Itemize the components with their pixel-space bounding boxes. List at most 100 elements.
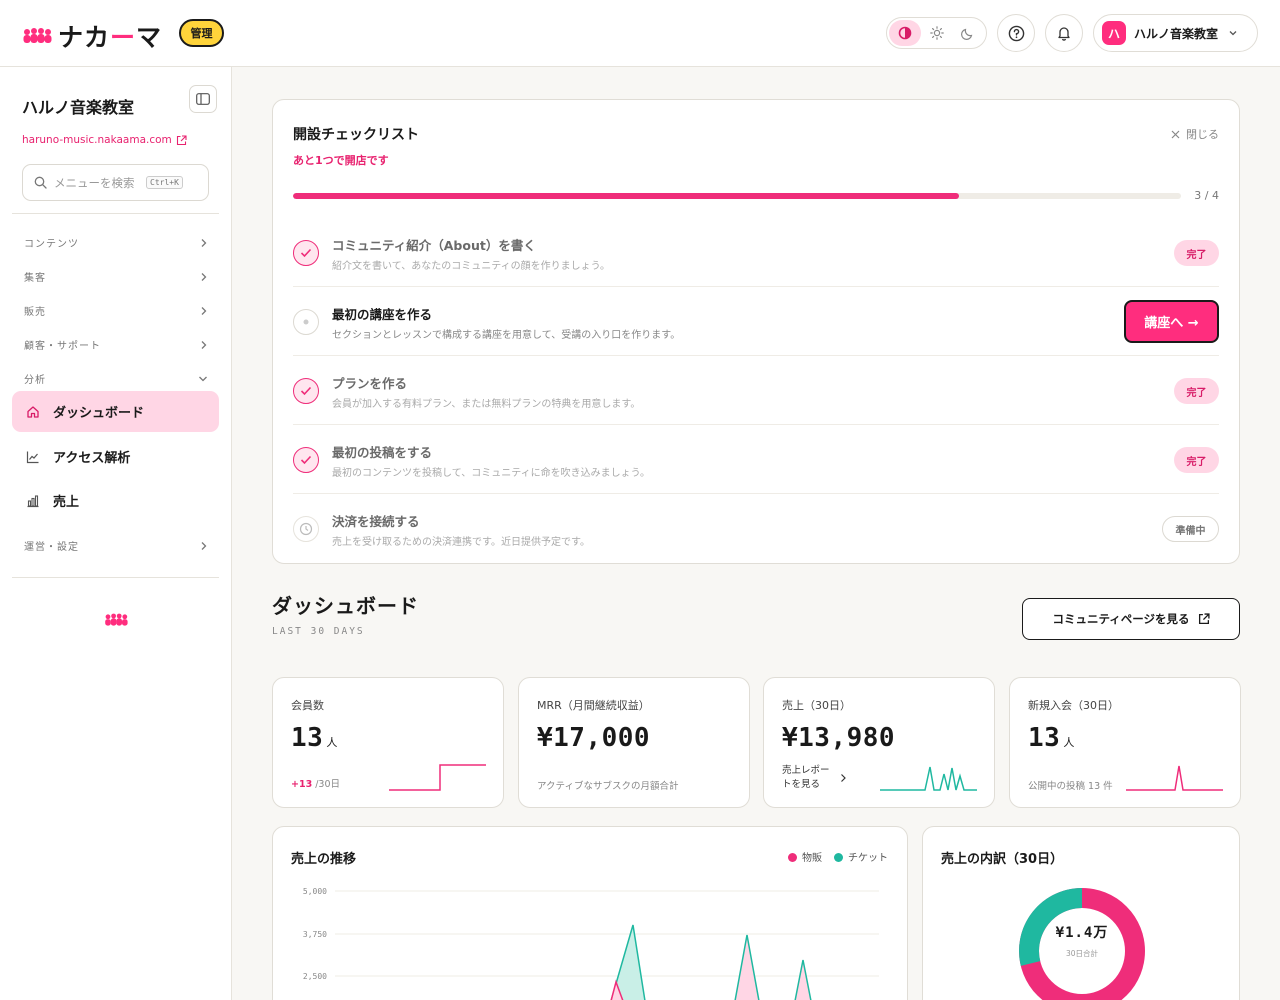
view-community-button[interactable]: コミュニティページを見る (1022, 598, 1240, 640)
members-sparkline (389, 764, 486, 791)
bell-icon (1058, 27, 1070, 41)
home-icon (27, 405, 39, 418)
nav-group-analytics[interactable]: 分析 (24, 371, 208, 386)
menu-search-input[interactable]: メニューを検索 Ctrl+K (22, 164, 209, 201)
theme-auto-option[interactable] (889, 20, 921, 46)
new-members-sparkline (1126, 765, 1223, 791)
task-title: 最初の講座を作る (332, 307, 433, 322)
checklist-task: プランを作る 会員が加入する有料プラン、または無料プランの特典を用意します。 完… (293, 356, 1219, 425)
kpi-card-members: 会員数 13 人 +13 /30日 (272, 677, 504, 808)
sales-trend-chart (335, 890, 879, 1000)
notifications-button[interactable] (1045, 14, 1083, 52)
checklist-subtitle: あと1つで開店です (293, 154, 389, 167)
check-icon (293, 378, 319, 404)
sidebar-divider (12, 213, 219, 214)
contrast-icon (898, 26, 912, 40)
page-title: ダッシュボード (272, 594, 419, 618)
search-shortcut: Ctrl+K (146, 176, 183, 189)
kpi-label: 会員数 (291, 699, 324, 712)
task-description: 最初のコンテンツを投稿して、コミュニティに命を吹き込みましょう。 (332, 468, 650, 479)
mixed-series-peak (734, 934, 760, 1000)
help-button[interactable] (997, 14, 1035, 52)
check-icon (293, 240, 319, 266)
donut-center-label: ¥1.4万 30日合計 (1024, 922, 1140, 959)
task-title: 最初の投稿をする (332, 445, 433, 460)
app-logo[interactable]: ナカーマ (22, 18, 162, 54)
nav-group-operations[interactable]: 運営・設定 (24, 538, 208, 553)
search-placeholder: メニューを検索 (54, 175, 135, 190)
kpi-card-new-members: 新規入会（30日） 13 人 公開中の投稿 13 件 (1009, 677, 1241, 808)
logo-text: ナカーマ (58, 23, 163, 52)
checklist-title: 開設チェックリスト (293, 127, 419, 143)
sidebar-item-revenue[interactable]: 売上 (12, 480, 219, 521)
nav-group-customers[interactable]: 顧客・サポート (24, 337, 208, 352)
checklist-task: 最初の投稿をする 最初のコンテンツを投稿して、コミュニティに命を吹き込みましょう… (293, 425, 1219, 494)
go-to-course-button[interactable]: 講座へ → (1124, 300, 1219, 343)
sales-trend-card: 売上の推移 物販 チケット 5,000 3,750 2,500 (272, 826, 908, 1000)
checklist-task: コミュニティ紹介（About）を書く 紹介文を書いて、あなたのコミュニティの顔を… (293, 218, 1219, 287)
task-title: プランを作る (332, 376, 408, 391)
kpi-label: 新規入会（30日） (1028, 699, 1119, 712)
search-icon (34, 176, 47, 189)
account-switcher[interactable]: ハ ハルノ音楽教室 (1093, 14, 1258, 52)
nav-group-contents[interactable]: コンテンツ (24, 235, 208, 250)
task-title: 決済を接続する (332, 514, 420, 529)
status-badge: 完了 (1174, 240, 1219, 266)
kpi-label: MRR（月間継続収益） (537, 699, 650, 712)
chevron-right-icon (841, 774, 846, 782)
kpi-delta: +13 /30日 (291, 779, 341, 790)
close-icon (1171, 130, 1180, 138)
task-description: 紹介文を書いて、あなたのコミュニティの顔を作りましょう。 (332, 261, 610, 272)
chevron-right-icon (201, 340, 207, 349)
line-chart-icon (26, 451, 39, 463)
checklist-progress-bar (293, 193, 1181, 199)
status-badge: 準備中 (1162, 516, 1219, 542)
chevron-right-icon (201, 238, 207, 247)
theme-light-option[interactable] (921, 20, 953, 46)
task-description: 売上を受け取るための決済連携です。近日提供予定です。 (332, 537, 590, 548)
bar-chart-icon (27, 494, 39, 507)
kpi-label: 売上（30日） (782, 699, 851, 712)
moon-icon (961, 28, 973, 40)
sidebar-toggle-icon (196, 93, 210, 105)
chevron-right-icon (201, 541, 207, 550)
sidebar-title: ハルノ音楽教室 (22, 98, 135, 117)
external-link-icon (176, 134, 187, 145)
setup-checklist-card: 開設チェックリスト あと1つで開店です 閉じる 3 / 4 コミュニティ紹介（A… (272, 99, 1240, 564)
community-url-link[interactable]: haruno-music.nakaama.com (22, 134, 187, 146)
kpi-footnote: 公開中の投稿 13 件 (1028, 781, 1113, 792)
sales-report-link[interactable]: 売上レポートを見る (782, 764, 862, 792)
check-icon (293, 447, 319, 473)
checklist-task: 決済を接続する 売上を受け取るための決済連携です。近日提供予定です。 準備中 (293, 494, 1219, 563)
kpi-value: 13 人 (1028, 723, 1075, 753)
help-icon (1008, 25, 1024, 41)
sales-sparkline (880, 766, 977, 791)
logo-people-icon (23, 28, 52, 43)
chevron-right-icon (201, 272, 207, 281)
status-badge: 完了 (1174, 447, 1219, 473)
nav-group-sales[interactable]: 販売 (24, 303, 208, 318)
kpi-value: ¥13,980 (782, 723, 896, 753)
sidebar-collapse-button[interactable] (189, 85, 217, 113)
card-title: 売上の内訳（30日） (941, 852, 1064, 867)
pending-dot-icon (293, 309, 319, 335)
theme-switch (886, 17, 987, 49)
account-avatar: ハ (1102, 21, 1126, 45)
chevron-down-icon (199, 376, 207, 381)
admin-badge: 管理 (179, 19, 224, 47)
page-subtitle: LAST 30 DAYS (272, 626, 365, 637)
donut-total-value: ¥1.4万 (1055, 925, 1109, 941)
theme-dark-option[interactable] (952, 20, 984, 46)
sidebar-item-access[interactable]: アクセス解析 (12, 436, 219, 477)
task-description: 会員が加入する有料プラン、または無料プランの特典を用意します。 (332, 399, 641, 410)
kpi-card-sales: 売上（30日） ¥13,980 売上レポートを見る (763, 677, 995, 808)
nav-group-marketing[interactable]: 集客 (24, 269, 208, 284)
status-badge: 完了 (1174, 378, 1219, 404)
kpi-card-mrr: MRR（月間継続収益） ¥17,000 アクティブなサブスクの月額合計 (518, 677, 750, 808)
donut-caption: 30日合計 (1065, 949, 1099, 958)
external-link-icon (1198, 613, 1210, 625)
sidebar-item-dashboard[interactable]: ダッシュボード (12, 391, 219, 432)
footer-logo-icon (105, 613, 128, 626)
top-header: ナカーマ 管理 ハ ハルノ音楽教室 (0, 0, 1280, 67)
checklist-close-button[interactable]: 閉じる (1171, 126, 1219, 142)
